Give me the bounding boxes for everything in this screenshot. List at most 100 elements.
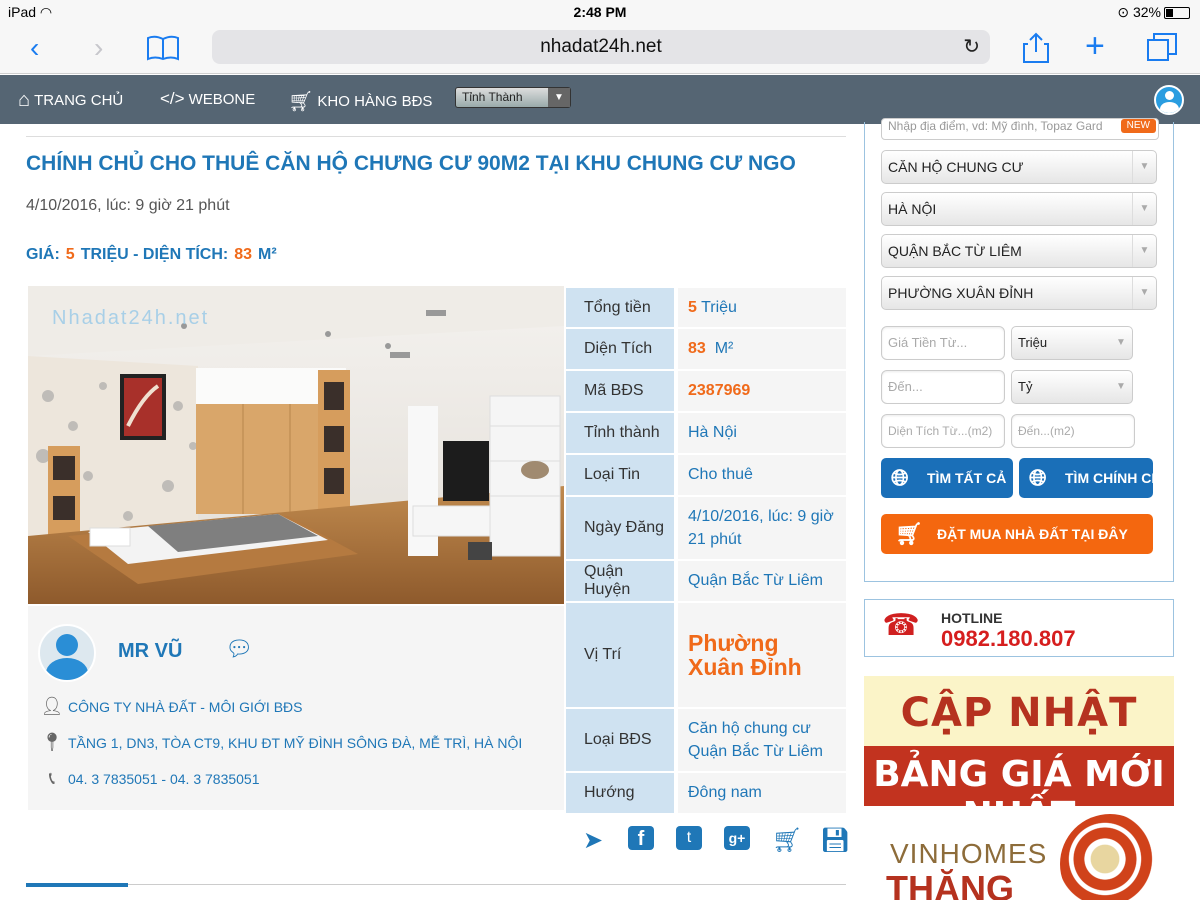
detail-value[interactable]: Phường Xuân Đỉnh xyxy=(678,603,846,707)
nav-webone-label: WEBONE xyxy=(188,90,256,108)
price-unit-value: Triệu xyxy=(1018,335,1048,350)
property-type-value: CĂN HỘ CHUNG CƯ xyxy=(888,159,1024,175)
telephone-icon: ☎ xyxy=(882,609,920,642)
price-unit-select[interactable]: Triệu ▼ xyxy=(1011,326,1133,360)
code-icon: </> xyxy=(160,89,185,108)
url-bar[interactable]: nhadat24h.net ↻ xyxy=(212,30,990,64)
hotline-number[interactable]: 0982.180.807 xyxy=(941,626,1076,652)
area-from-input[interactable]: Diện Tích Từ...(m2) xyxy=(881,414,1005,448)
battery-icon xyxy=(1164,7,1190,19)
detail-value[interactable]: Căn hộ chung cư Quận Bắc Từ Liêm xyxy=(678,709,846,771)
price-from-input[interactable]: Giá Tiền Từ... xyxy=(881,326,1005,360)
detail-value[interactable]: Cho thuê xyxy=(678,455,846,495)
area-value: 83 xyxy=(234,246,253,263)
price-to-placeholder: Đến... xyxy=(888,379,923,394)
banner-subheadline: BẢNG GIÁ MỚI NHẤT xyxy=(873,754,1165,806)
detail-key: Quận Huyện xyxy=(566,561,678,601)
share-icon[interactable] xyxy=(1022,32,1050,69)
price-summary: GIÁ: 5 TRIỆU - DIỆN TÍCH: 83 M² xyxy=(26,246,277,264)
nav-inventory-label: KHO HÀNG BĐS xyxy=(317,93,433,110)
detail-row: Mã BĐS 2387969 xyxy=(566,371,846,411)
detail-value: 4/10/2016, lúc: 9 giờ 21 phút xyxy=(678,497,846,559)
banner-headline: CẬP NHẬT xyxy=(900,690,1138,736)
vinhomes-banner[interactable]: VINHOMES THĂNG xyxy=(864,808,1174,900)
city-value: HÀ NỘI xyxy=(888,201,937,217)
detail-row: Ngày Đăng 4/10/2016, lúc: 9 giờ 21 phút xyxy=(566,497,846,559)
bookmarks-icon[interactable] xyxy=(146,34,180,67)
new-badge: NEW xyxy=(1120,119,1156,133)
detail-value: Đông nam xyxy=(678,773,846,813)
google-plus-icon[interactable]: g+ xyxy=(724,826,750,850)
detail-key: Mã BĐS xyxy=(566,371,678,411)
tabs-icon[interactable] xyxy=(1146,32,1178,67)
price-label: GIÁ: xyxy=(26,246,60,263)
listing-photo[interactable]: Nhadat24h.net xyxy=(28,286,564,604)
buy-property-label: ĐẶT MUA NHÀ ĐẤT TẠI ĐÂY xyxy=(937,526,1128,542)
detail-row: Loại Tin Cho thuê xyxy=(566,455,846,495)
search-placeholder: Nhập địa điểm, vd: Mỹ đình, Topaz Gard xyxy=(888,119,1103,133)
nav-webone[interactable]: </> WEBONE xyxy=(160,89,255,109)
details-table: Tổng tiền 5 Triệu Diện Tích 83 M² Mã BĐS… xyxy=(566,286,846,815)
chevron-down-icon: ▼ xyxy=(1132,277,1156,309)
buy-property-button[interactable]: 🛒︎ ĐẶT MUA NHÀ ĐẤT TẠI ĐÂY xyxy=(881,514,1153,554)
price-unit-label: TRIỆU - DIỆN TÍCH: xyxy=(80,246,229,263)
detail-key: Diện Tích xyxy=(566,329,678,369)
location-search-input[interactable]: Nhập địa điểm, vd: Mỹ đình, Topaz Gard N… xyxy=(881,118,1159,140)
agent-name[interactable]: MR VŨ xyxy=(118,640,182,663)
province-select[interactable]: Tỉnh Thành ▼ xyxy=(455,87,571,108)
nav-home[interactable]: ⌂ TRANG CHỦ xyxy=(18,89,123,112)
back-icon[interactable]: ‹ xyxy=(30,34,39,62)
phone-icon: 📞︎ xyxy=(48,768,56,788)
save-icon[interactable]: 💾︎ xyxy=(820,826,850,855)
province-select-value: Tỉnh Thành xyxy=(462,90,523,104)
search-all-button[interactable]: 🌐︎ TÌM TẤT CẢ xyxy=(881,458,1013,498)
battery-percent: 32% xyxy=(1132,4,1161,20)
ward-select[interactable]: PHƯỜNG XUÂN ĐỈNH ▼ xyxy=(881,276,1157,310)
price-update-banner[interactable]: CẬP NHẬT BẢNG GIÁ MỚI NHẤT xyxy=(864,676,1174,806)
active-tab-indicator[interactable] xyxy=(26,883,128,887)
agent-company-row: 👤︎ CÔNG TY NHÀ ĐẤT - MÔI GIỚI BĐS xyxy=(36,696,303,717)
listing-title: CHÍNH CHỦ CHO THUÊ CĂN HỘ CHƯNG CƯ 90M2 … xyxy=(26,152,796,175)
detail-row: Tổng tiền 5 Triệu xyxy=(566,288,846,327)
user-avatar-icon[interactable] xyxy=(1154,85,1184,115)
forward-icon[interactable]: › xyxy=(94,34,103,62)
area-to-placeholder: Đến...(m2) xyxy=(1018,424,1075,438)
twitter-icon[interactable]: t xyxy=(676,826,702,850)
area-to-input[interactable]: Đến...(m2) xyxy=(1011,414,1135,448)
detail-key: Loại Tin xyxy=(566,455,678,495)
agent-phone[interactable]: 04. 3 7835051 - 04. 3 7835051 xyxy=(68,771,260,787)
chevron-down-icon: ▼ xyxy=(1132,235,1156,267)
price-to-unit-select[interactable]: Tỷ ▼ xyxy=(1011,370,1133,404)
home-icon: ⌂ xyxy=(18,89,31,111)
chevron-down-icon: ▼ xyxy=(1132,151,1156,183)
cart-add-icon[interactable]: 🛒︎ xyxy=(772,826,802,855)
new-tab-icon[interactable]: + xyxy=(1085,29,1105,63)
reload-icon[interactable]: ↻ xyxy=(963,30,980,64)
price-to-input[interactable]: Đến... xyxy=(881,370,1005,404)
map-marker-icon: 📍︎ xyxy=(40,732,64,752)
status-battery: ⊙ 32% xyxy=(1117,4,1190,21)
detail-value[interactable]: Quận Bắc Từ Liêm xyxy=(678,561,846,601)
agent-card: MR VŨ 💬︎ 👤︎ CÔNG TY NHÀ ĐẤT - MÔI GIỚI B… xyxy=(28,606,564,810)
detail-row: Tỉnh thành Hà Nội xyxy=(566,413,846,453)
city-select[interactable]: HÀ NỘI ▼ xyxy=(881,192,1157,226)
chat-icon[interactable]: 💬︎ xyxy=(225,636,253,662)
price-value: 5 xyxy=(65,246,75,263)
district-select[interactable]: QUẬN BẮC TỪ LIÊM ▼ xyxy=(881,234,1157,268)
banner2-line2: THĂNG xyxy=(886,868,1014,900)
detail-key: Hướng xyxy=(566,773,678,813)
detail-row: Quận Huyện Quận Bắc Từ Liêm xyxy=(566,561,846,601)
ward-value: PHƯỜNG XUÂN ĐỈNH xyxy=(888,285,1034,301)
send-icon[interactable]: ➤ xyxy=(580,826,606,855)
facebook-icon[interactable]: f xyxy=(628,826,654,850)
total-price-value: 5 xyxy=(688,298,697,316)
detail-value[interactable]: Hà Nội xyxy=(678,413,846,453)
price-to-unit-value: Tỷ xyxy=(1018,379,1033,394)
search-owner-button[interactable]: 🌐︎ TÌM CHÍNH CHỦ xyxy=(1019,458,1153,498)
nav-inventory[interactable]: 🛒︎ KHO HÀNG BĐS xyxy=(288,89,432,114)
vinhomes-logo xyxy=(1060,814,1160,900)
property-type-select[interactable]: CĂN HỘ CHUNG CƯ ▼ xyxy=(881,150,1157,184)
detail-row: Loại BĐS Căn hộ chung cư Quận Bắc Từ Liê… xyxy=(566,709,846,771)
status-bar: iPad ◠ 2:48 PM ⊙ 32% xyxy=(0,0,1200,24)
user-icon: 👤︎ xyxy=(40,696,64,716)
